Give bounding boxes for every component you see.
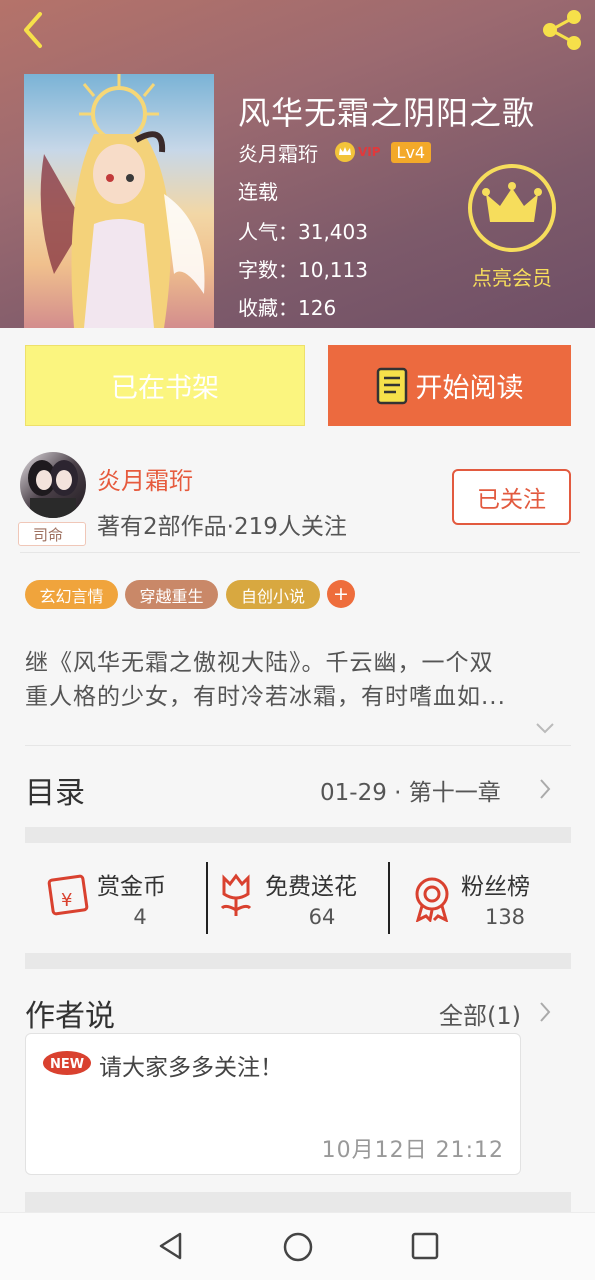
fan-rank-button[interactable] — [412, 876, 452, 926]
back-button[interactable] — [14, 10, 54, 50]
book-cover[interactable] — [24, 74, 214, 328]
book-header: 风华无霜之阴阳之歌 炎月霜珩 VIP Lv4 连载 人气：31,403 字数：1… — [0, 0, 595, 328]
square-recents-icon — [411, 1232, 439, 1260]
free-flower-button[interactable] — [216, 872, 256, 922]
divider — [25, 745, 571, 746]
author-avatar[interactable] — [20, 452, 86, 518]
note-text: 请大家多多关注！ — [99, 1055, 283, 1081]
reward-coin-button[interactable]: ¥ — [46, 870, 92, 920]
in-shelf-button[interactable]: 已在书架 — [25, 345, 305, 426]
vip-badge: VIP — [334, 141, 381, 163]
share-icon — [543, 10, 581, 50]
serial-status: 连载 — [238, 180, 278, 204]
favorites-stat: 收藏：126 — [238, 296, 337, 320]
latest-chapter[interactable]: 01-29 · 第十一章 — [320, 773, 501, 807]
in-shelf-label: 已在书架 — [111, 373, 219, 404]
circle-home-icon — [283, 1232, 313, 1262]
nav-home-button[interactable] — [282, 1231, 314, 1267]
word-count-stat: 字数：10,113 — [238, 258, 368, 282]
triangle-back-icon — [159, 1232, 182, 1260]
chevron-right-icon — [540, 1002, 551, 1022]
add-tag-button[interactable]: + — [327, 580, 355, 608]
level-badge: Lv4 — [390, 141, 432, 163]
new-badge-label: NEW — [50, 1057, 84, 1072]
expand-synopsis-button[interactable] — [535, 720, 555, 739]
section-separator — [25, 827, 571, 843]
fan-rank-count: 138 — [484, 905, 526, 929]
author-name-link[interactable]: 炎月霜珩 — [97, 461, 193, 496]
separator — [206, 862, 208, 934]
author-name[interactable]: 炎月霜珩 — [238, 138, 318, 167]
all-notes-link[interactable]: 全部(1) — [439, 996, 521, 1031]
fan-rank-label[interactable]: 粉丝榜 — [461, 867, 530, 901]
free-flower-label[interactable]: 免费送花 — [265, 867, 357, 901]
avatar-image-icon — [28, 460, 78, 518]
catalog-chevron[interactable] — [538, 777, 552, 805]
synopsis-line-1: 继《风华无霜之傲视大陆》。千云幽，一个双 — [25, 650, 494, 676]
book-title: 风华无霜之阴阳之歌 — [238, 94, 536, 132]
crown-icon — [335, 142, 355, 162]
new-badge: NEW — [42, 1050, 92, 1080]
note-timestamp: 10月12日 21:12 — [321, 1138, 504, 1163]
new-badge-icon: NEW — [43, 1051, 91, 1075]
flower-icon — [220, 873, 252, 916]
divider — [20, 552, 580, 553]
section-separator — [25, 1192, 571, 1212]
reward-coin-label[interactable]: 赏金币 — [97, 867, 166, 901]
member-label[interactable]: 点亮会员 — [452, 262, 572, 291]
author-notes-title: 作者说 — [25, 999, 115, 1034]
free-flower-count: 64 — [308, 905, 336, 929]
vip-label: VIP — [358, 145, 381, 159]
followed-label: 已关注 — [477, 487, 546, 513]
tag-xuanhuan-romance[interactable]: 玄幻言情 — [25, 580, 118, 609]
tag-original-novel[interactable]: 自创小说 — [226, 580, 320, 609]
start-reading-label: 开始阅读 — [415, 373, 524, 404]
member-crown-icon — [468, 164, 556, 252]
svg-text:¥: ¥ — [61, 890, 72, 911]
nav-recents-button[interactable] — [410, 1231, 440, 1265]
author-note-card[interactable]: NEW 请大家多多关注！ 10月12日 21:12 — [25, 1033, 521, 1175]
share-button[interactable] — [538, 6, 586, 54]
book-icon — [376, 367, 407, 404]
separator — [388, 862, 390, 934]
author-row: 炎月霜珩 VIP Lv4 — [238, 138, 432, 167]
popularity-stat: 人气：31,403 — [238, 220, 368, 244]
member-button[interactable] — [466, 162, 558, 254]
red-envelope-icon: ¥ — [47, 874, 89, 916]
author-rank-tag: 司命 — [18, 522, 86, 546]
catalog-title[interactable]: 目录 — [25, 768, 85, 812]
chevron-right-icon — [540, 779, 551, 799]
followed-button[interactable]: 已关注 — [452, 469, 571, 525]
author-meta: 著有2部作品·219人关注 — [97, 514, 347, 540]
cover-art-icon — [40, 74, 205, 328]
section-separator — [25, 953, 571, 969]
back-arrow-icon — [24, 12, 42, 48]
reward-coin-count: 4 — [133, 905, 147, 929]
all-notes-chevron[interactable] — [538, 1000, 552, 1028]
synopsis[interactable]: 继《风华无霜之傲视大陆》。千云幽，一个双 重人格的少女，有时冷若冰霜，有时嗜血如… — [25, 646, 573, 714]
medal-icon — [415, 877, 449, 924]
system-nav-bar — [0, 1212, 595, 1280]
chevron-down-icon — [536, 723, 554, 734]
start-reading-button[interactable]: 开始阅读 — [328, 345, 571, 426]
nav-back-button[interactable] — [156, 1231, 186, 1265]
tag-time-travel[interactable]: 穿越重生 — [125, 580, 218, 609]
synopsis-line-2: 重人格的少女，有时冷若冰霜，有时嗜血如... — [25, 684, 506, 710]
